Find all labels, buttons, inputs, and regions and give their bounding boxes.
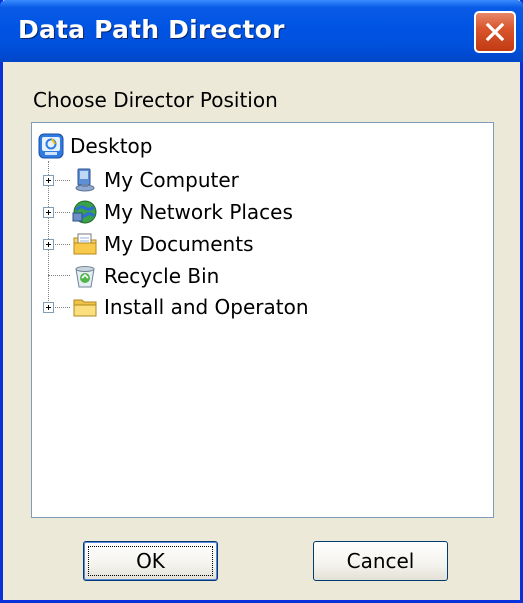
tree-node-install-and-operaton[interactable]: Install and Operaton (72, 291, 309, 323)
expand-toggle[interactable] (43, 302, 54, 313)
tree-node-label: My Documents (104, 232, 254, 256)
focus-ring (88, 546, 213, 576)
folder-tree[interactable]: Desktop My Computer My Network Places My… (31, 122, 494, 518)
tree-node-recycle-bin[interactable]: Recycle Bin (72, 260, 219, 292)
expand-toggle[interactable] (43, 239, 54, 250)
tree-node-label: Desktop (70, 134, 153, 158)
recycle-bin-icon (75, 266, 95, 288)
prompt-label: Choose Director Position (33, 88, 278, 112)
close-button[interactable] (474, 11, 516, 53)
network-places-icon (72, 200, 97, 224)
tree-node-my-network-places[interactable]: My Network Places (72, 196, 293, 228)
tree-node-desktop[interactable]: Desktop (38, 130, 152, 162)
tree-node-label: Recycle Bin (104, 264, 220, 288)
dialog-window: Data Path Director Choose Director Posit… (0, 0, 523, 603)
window-title: Data Path Director (18, 15, 285, 44)
tree-node-my-computer[interactable]: My Computer (72, 164, 239, 196)
cancel-button-label: Cancel (346, 549, 415, 573)
tree-node-label: My Computer (104, 168, 239, 192)
expand-toggle[interactable] (43, 207, 54, 218)
expand-toggle[interactable] (43, 175, 54, 186)
desktop-icon (38, 133, 64, 159)
title-bar[interactable]: Data Path Director (0, 0, 523, 62)
ok-button[interactable]: OK (83, 541, 218, 581)
close-icon (485, 22, 505, 42)
tree-connector (48, 275, 70, 277)
tree-node-label: My Network Places (104, 200, 293, 224)
my-documents-icon (73, 233, 97, 255)
cancel-button[interactable]: Cancel (313, 541, 448, 581)
folder-icon (73, 299, 97, 317)
tree-node-my-documents[interactable]: My Documents (72, 228, 253, 260)
my-computer-icon (75, 168, 95, 192)
tree-node-label: Install and Operaton (104, 295, 309, 319)
